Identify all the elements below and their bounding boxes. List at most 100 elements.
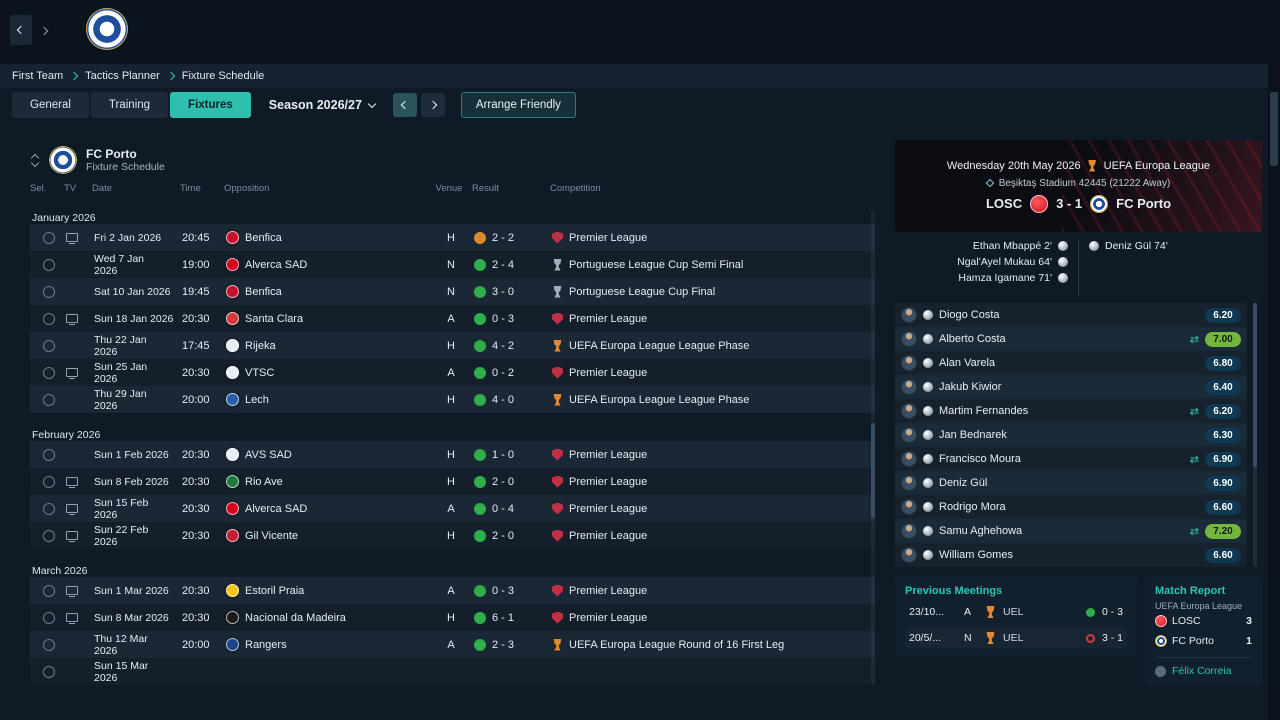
home-team-crest bbox=[1030, 194, 1049, 213]
tv-icon bbox=[66, 368, 78, 379]
tab-training[interactable]: Training bbox=[90, 92, 169, 118]
fixture-time: 20:30 bbox=[182, 312, 210, 325]
fixture-date: Sun 18 Jan 2026 bbox=[94, 312, 174, 325]
column-header-sel-[interactable]: Sel. bbox=[30, 183, 64, 194]
venue: H bbox=[447, 529, 455, 542]
select-fixture-radio[interactable] bbox=[43, 665, 55, 678]
select-fixture-radio[interactable] bbox=[43, 638, 55, 651]
fixture-time: 19:45 bbox=[182, 285, 210, 298]
fixture-row[interactable]: Sun 18 Jan 2026 20:30 Santa Clara A 0 - 3 Pre… bbox=[30, 305, 875, 332]
scrollbar-thumb[interactable] bbox=[871, 423, 875, 519]
player-name: Diogo Costa bbox=[939, 309, 1000, 321]
select-fixture-radio[interactable] bbox=[43, 393, 55, 406]
fixture-row[interactable]: Wed 7 Jan 2026 19:00 Alverca SAD N 2 - 4 Port… bbox=[30, 251, 875, 278]
select-fixture-radio[interactable] bbox=[43, 339, 55, 352]
fixture-row[interactable]: Sun 15 Feb 2026 20:30 Alverca SAD A 0 - 4 Pre… bbox=[30, 495, 875, 522]
column-header-date[interactable]: Date bbox=[92, 183, 180, 194]
chevron-left-icon bbox=[16, 25, 26, 35]
column-header-result[interactable]: Result bbox=[472, 183, 550, 194]
opposition-name: Benfica bbox=[245, 231, 282, 244]
rating-badge: 6.90 bbox=[1205, 475, 1241, 491]
chevron-down-icon bbox=[367, 99, 377, 108]
select-fixture-radio[interactable] bbox=[43, 448, 55, 461]
breadcrumb-item-tactics-planner[interactable]: Tactics Planner bbox=[85, 70, 160, 82]
breadcrumb-item-fixture-schedule[interactable]: Fixture Schedule bbox=[182, 70, 265, 82]
fixture-row[interactable]: Sun 8 Feb 2026 20:30 Rio Ave H 2 - 0 Premier … bbox=[30, 468, 875, 495]
opposition-name: Alverca SAD bbox=[245, 502, 308, 515]
match-report-title: Match Report bbox=[1155, 585, 1226, 597]
player-rating-row[interactable]: Samu Aghehowa ⇄ 7.20 bbox=[895, 519, 1247, 543]
tab-fixtures[interactable]: Fixtures bbox=[170, 92, 251, 118]
season-selector[interactable]: Season 2026/27 bbox=[269, 98, 377, 112]
player-rating-row[interactable]: Francisco Moura ⇄ 6.90 bbox=[895, 447, 1247, 471]
result-score: 0 - 4 bbox=[492, 502, 515, 515]
player-rating-row[interactable]: Alberto Costa ⇄ 7.00 bbox=[895, 327, 1247, 351]
venue: A bbox=[447, 638, 455, 651]
team-score: 3 bbox=[1246, 615, 1252, 627]
fixture-row[interactable]: Sun 8 Mar 2026 20:30 Nacional da Madeira H 6… bbox=[30, 604, 875, 631]
page-scrollbar[interactable] bbox=[1268, 0, 1280, 720]
previous-season-button[interactable] bbox=[392, 93, 417, 117]
ratings-scrollbar[interactable] bbox=[1253, 303, 1257, 567]
fixture-row[interactable]: Sun 15 Mar 2026 bbox=[30, 658, 875, 685]
result-score: 4 - 2 bbox=[492, 339, 515, 352]
fixture-row[interactable]: Thu 12 Mar 2026 20:00 Rangers A 2 - 3 UEFA Eu… bbox=[30, 631, 875, 658]
player-rating-row[interactable]: Martim Fernandes ⇄ 6.20 bbox=[895, 399, 1247, 423]
select-fixture-radio[interactable] bbox=[43, 475, 55, 488]
player-rating-row[interactable]: William Gomes 6.60 bbox=[895, 543, 1247, 567]
column-header-time[interactable]: Time bbox=[180, 183, 224, 194]
back-button[interactable] bbox=[10, 15, 32, 45]
player-rating-row[interactable]: Alan Varela 6.80 bbox=[895, 351, 1247, 375]
fixture-row[interactable]: Sat 10 Jan 2026 19:45 Benfica N 3 - 0 Portugu… bbox=[30, 278, 875, 305]
venue: N bbox=[447, 285, 455, 298]
player-rating-row[interactable]: Diogo Costa 6.20 bbox=[895, 303, 1247, 327]
fixture-row[interactable]: Thu 29 Jan 2026 20:00 Lech H 4 - 0 UEFA Europ… bbox=[30, 386, 875, 413]
fixture-row[interactable]: Sun 1 Feb 2026 20:30 AVS SAD H 1 - 0 Premier … bbox=[30, 441, 875, 468]
previous-meeting-row[interactable]: 20/5/... N UEL 3 - 1 bbox=[905, 627, 1127, 649]
select-fixture-radio[interactable] bbox=[43, 529, 55, 542]
fixture-row[interactable]: Sun 25 Jan 2026 20:30 VTSC A 0 - 2 Premier Le… bbox=[30, 359, 875, 386]
player-rating-row[interactable]: Jakub Kiwior 6.40 bbox=[895, 375, 1247, 399]
fixture-row[interactable]: Sun 1 Mar 2026 20:30 Estoril Praia A 0 - 3 Pr… bbox=[30, 577, 875, 604]
football-icon bbox=[1058, 273, 1068, 283]
match-header-card[interactable]: Wednesday 20th May 2026 UEFA Europa Leag… bbox=[895, 140, 1262, 232]
scrollbar-thumb[interactable] bbox=[1270, 92, 1278, 166]
forward-button[interactable] bbox=[36, 22, 52, 40]
venue: A bbox=[447, 366, 455, 379]
select-fixture-radio[interactable] bbox=[43, 231, 55, 244]
column-header-venue[interactable]: Venue bbox=[426, 183, 472, 194]
select-fixture-radio[interactable] bbox=[43, 258, 55, 271]
home-scorer: Hamza Igamane 71' bbox=[958, 272, 1068, 284]
fixture-row[interactable]: Thu 22 Jan 2026 17:45 Rijeka H 4 - 2 UEFA Eur… bbox=[30, 332, 875, 359]
scrollbar-thumb[interactable] bbox=[1253, 303, 1257, 467]
previous-meeting-row[interactable]: 23/10... A UEL 0 - 3 bbox=[905, 601, 1127, 623]
select-fixture-radio[interactable] bbox=[43, 611, 55, 624]
next-season-button[interactable] bbox=[420, 93, 445, 117]
column-header-competition[interactable]: Competition bbox=[550, 183, 875, 194]
report-team-row: LOSC 3 bbox=[1155, 611, 1252, 631]
panel-collapse-control[interactable] bbox=[30, 153, 40, 167]
breadcrumb-item-first-team[interactable]: First Team bbox=[12, 70, 63, 82]
player-rating-row[interactable]: Deniz Gül 6.90 bbox=[895, 471, 1247, 495]
column-header-opposition[interactable]: Opposition bbox=[224, 183, 426, 194]
player-rating-row[interactable]: Jan Bednarek 6.30 bbox=[895, 423, 1247, 447]
rating-badge: 6.80 bbox=[1205, 355, 1241, 371]
select-fixture-radio[interactable] bbox=[43, 366, 55, 379]
fixture-row[interactable]: Sun 22 Feb 2026 20:30 Gil Vicente H 2 - 0 Pre… bbox=[30, 522, 875, 549]
match-score: 3 - 1 bbox=[1056, 196, 1083, 211]
fixture-schedule-panel: FC Porto Fixture Schedule Sel. TV Date Time… bbox=[30, 140, 875, 688]
player-avatar bbox=[901, 451, 917, 467]
select-fixture-radio[interactable] bbox=[43, 502, 55, 515]
player-avatar bbox=[901, 379, 917, 395]
select-fixture-radio[interactable] bbox=[43, 584, 55, 597]
match-reporter-link[interactable]: Félix Correia bbox=[1155, 657, 1252, 677]
fixture-scrollbar[interactable] bbox=[871, 210, 875, 684]
arrange-friendly-button[interactable]: Arrange Friendly bbox=[460, 92, 576, 118]
fixture-row[interactable]: Fri 2 Jan 2026 20:45 Benfica H 2 - 2 Premier … bbox=[30, 224, 875, 251]
tab-general[interactable]: General bbox=[12, 92, 89, 118]
column-header-tv[interactable]: TV bbox=[64, 183, 92, 194]
chevron-left-icon bbox=[400, 100, 410, 110]
select-fixture-radio[interactable] bbox=[43, 285, 55, 298]
select-fixture-radio[interactable] bbox=[43, 312, 55, 325]
player-rating-row[interactable]: Rodrigo Mora 6.60 bbox=[895, 495, 1247, 519]
